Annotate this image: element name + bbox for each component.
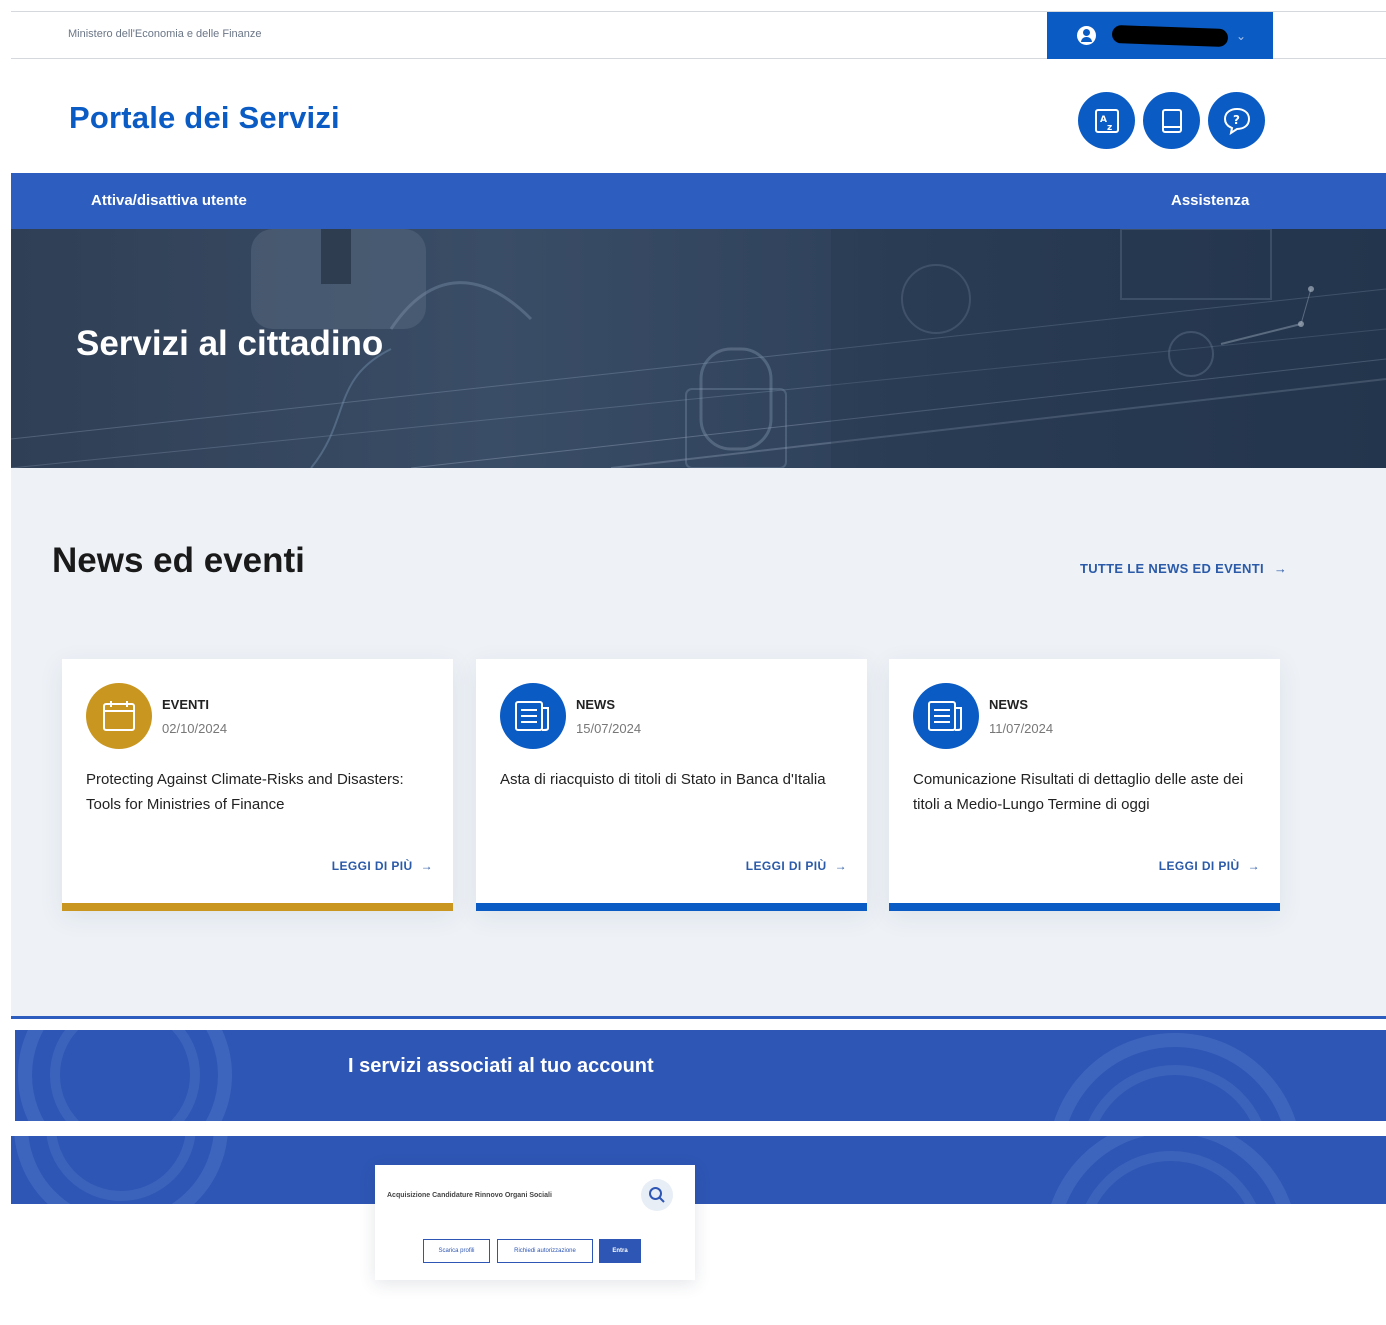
svg-text:?: ?: [1233, 113, 1240, 127]
arrow-right-icon: →: [834, 859, 847, 873]
card-text: Asta di riacquisto di titoli di Stato in…: [500, 771, 826, 788]
read-more-label: LEGGI DI PIÙ: [331, 859, 413, 873]
portal-title[interactable]: Portale dei Servizi: [69, 100, 340, 136]
news-icon: [913, 683, 979, 749]
download-profiles-button[interactable]: Scarica profili: [423, 1239, 490, 1263]
band-decoration: [18, 1030, 1296, 1121]
arrow-right-icon: →: [1273, 561, 1288, 576]
band-decoration: [14, 1136, 1291, 1204]
user-icon: [1077, 26, 1096, 45]
enter-button[interactable]: Entra: [599, 1239, 641, 1263]
hero-banner: Servizi al cittadino: [11, 229, 1386, 468]
arrow-right-icon: →: [420, 859, 433, 873]
news-card[interactable]: NEWS 11/07/2024 Comunicazione Risultati …: [889, 659, 1280, 911]
ministry-name[interactable]: Ministero dell'Economia e delle Finanze: [68, 28, 261, 40]
chevron-down-icon: ⌄: [1236, 28, 1247, 43]
account-services-banner: I servizi associati al tuo account: [15, 1030, 1386, 1121]
card-text: Protecting Against Climate-Risks and Dis…: [86, 771, 404, 813]
read-more-link[interactable]: LEGGI DI PIÙ →: [1159, 859, 1260, 873]
top-bar: Ministero dell'Economia e delle Finanze …: [11, 11, 1386, 59]
account-services-title: I servizi associati al tuo account: [348, 1055, 654, 1077]
translate-icon[interactable]: A z: [1078, 92, 1135, 149]
news-card[interactable]: NEWS 15/07/2024 Asta di riacquisto di ti…: [476, 659, 867, 911]
all-news-label: TUTTE LE NEWS ED EVENTI: [1080, 561, 1264, 576]
news-section-title: News ed eventi: [52, 541, 305, 580]
svg-text:A: A: [1100, 115, 1107, 125]
calendar-icon: [86, 683, 152, 749]
read-more-label: LEGGI DI PIÙ: [1158, 859, 1240, 873]
read-more-label: LEGGI DI PIÙ: [745, 859, 827, 873]
card-accent-bar: [62, 903, 453, 911]
news-card[interactable]: EVENTI 02/10/2024 Protecting Against Cli…: [62, 659, 453, 911]
nav-toggle-user[interactable]: Attiva/disattiva utente: [91, 192, 247, 209]
search-icon[interactable]: [641, 1179, 673, 1211]
hero-title: Servizi al cittadino: [76, 324, 384, 363]
card-type: NEWS: [576, 697, 615, 712]
page: Ministero dell'Economia e delle Finanze …: [0, 0, 1386, 1325]
service-card-title: Acquisizione Candidature Rinnovo Organi …: [387, 1192, 552, 1199]
service-card: Acquisizione Candidature Rinnovo Organi …: [375, 1165, 695, 1280]
card-type: NEWS: [989, 697, 1028, 712]
arrow-right-icon: →: [1247, 859, 1260, 873]
divider: [11, 1016, 1386, 1019]
read-more-link[interactable]: LEGGI DI PIÙ →: [746, 859, 847, 873]
service-band: [11, 1136, 1386, 1204]
news-section: News ed eventi TUTTE LE NEWS ED EVENTI → …: [11, 468, 1386, 1016]
card-type: EVENTI: [162, 697, 209, 712]
card-date: 15/07/2024: [576, 721, 642, 736]
book-icon[interactable]: [1143, 92, 1200, 149]
help-chat-icon[interactable]: ?: [1208, 92, 1265, 149]
card-date: 02/10/2024: [162, 721, 228, 736]
card-date: 11/07/2024: [989, 721, 1054, 736]
main-nav: Attiva/disattiva utente Assistenza: [11, 173, 1386, 229]
user-menu-button[interactable]: ⌄: [1047, 12, 1273, 59]
nav-assistenza[interactable]: Assistenza: [1171, 192, 1249, 209]
header-icons: A z ?: [1078, 92, 1265, 149]
svg-text:z: z: [1107, 123, 1112, 133]
card-accent-bar: [889, 903, 1280, 911]
news-icon: [500, 683, 566, 749]
all-news-link[interactable]: TUTTE LE NEWS ED EVENTI →: [1080, 561, 1287, 576]
redacted-username: [1111, 24, 1229, 47]
request-authorization-button[interactable]: Richiedi autorizzazione: [497, 1239, 593, 1263]
card-text: Comunicazione Risultati di dettaglio del…: [913, 771, 1244, 813]
card-accent-bar: [476, 903, 867, 911]
read-more-link[interactable]: LEGGI DI PIÙ →: [332, 859, 433, 873]
